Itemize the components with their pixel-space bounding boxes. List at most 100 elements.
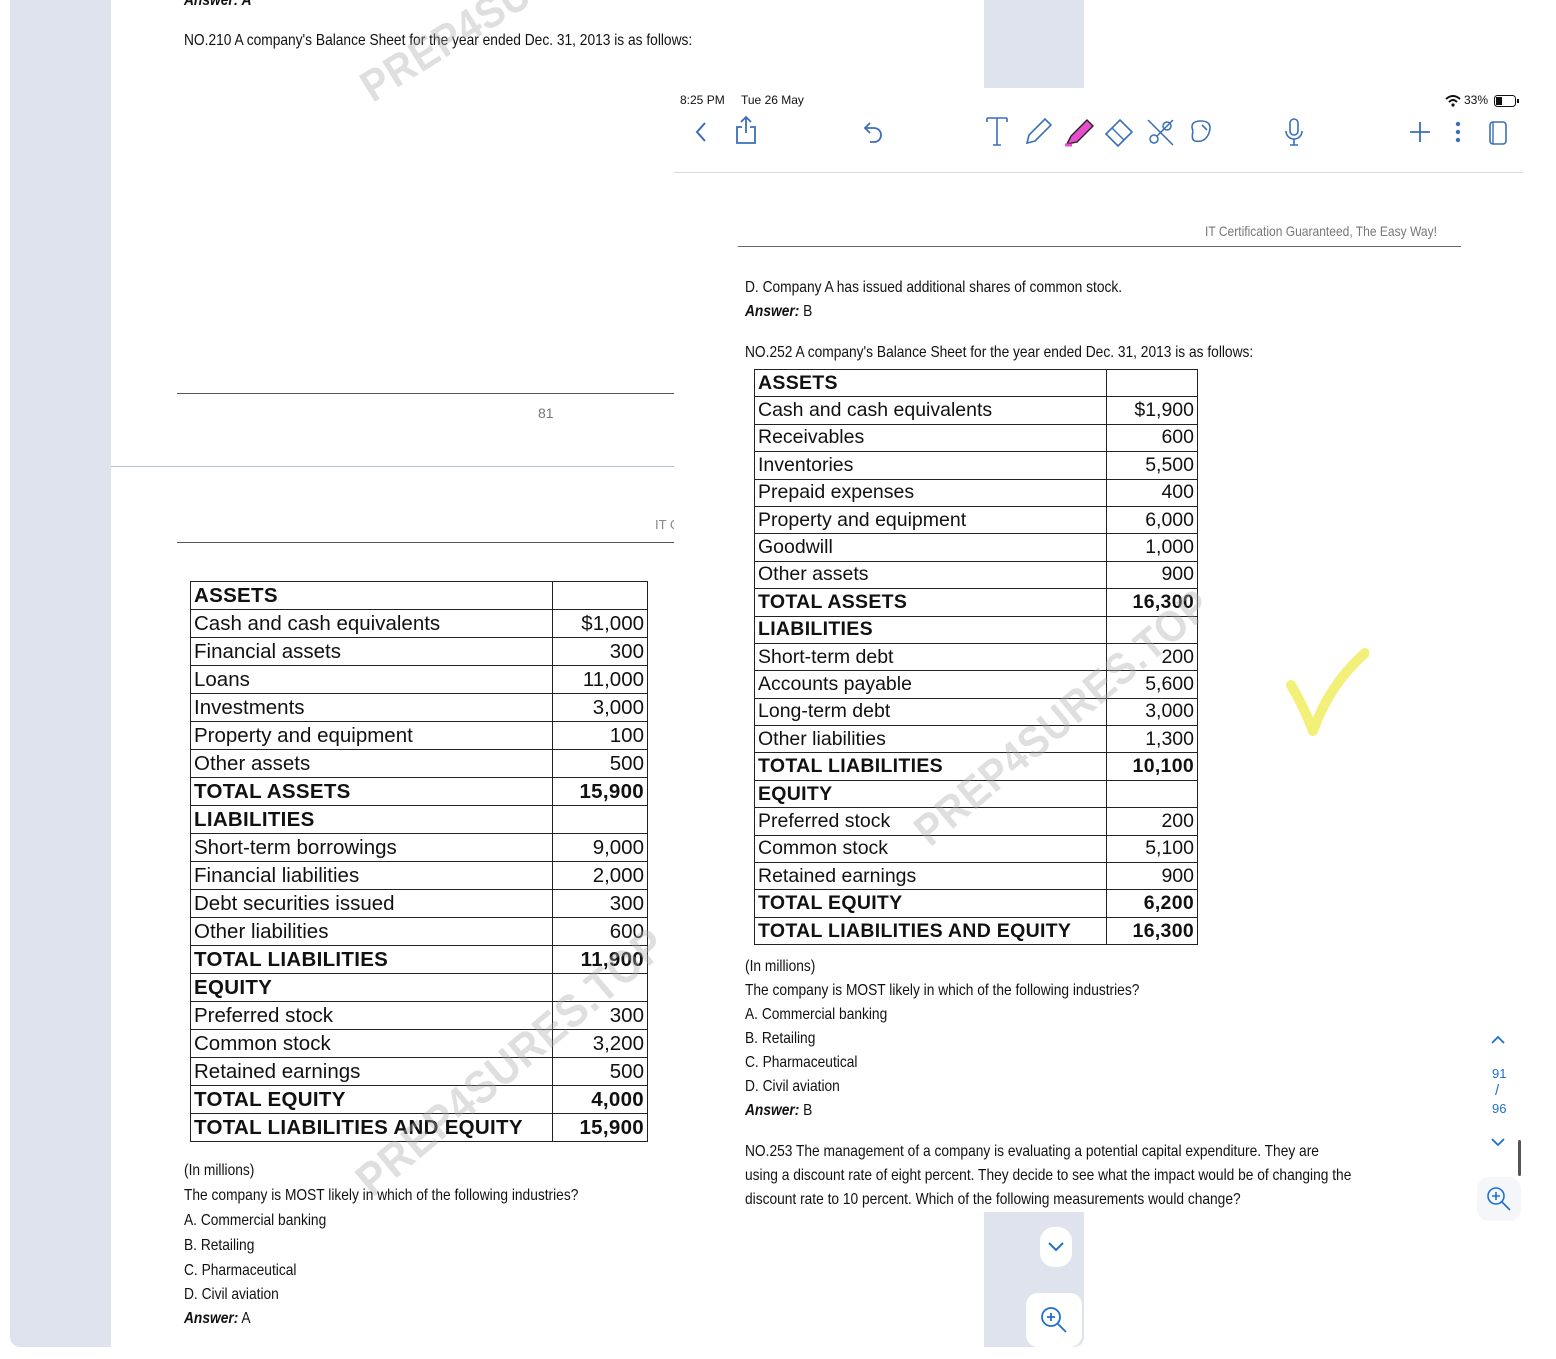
doc-balance-sheet-row-label: Retained earnings <box>753 862 1108 891</box>
outer-balance-sheet-row-value <box>552 581 648 610</box>
doc-answer: Answer: B <box>745 1102 812 1120</box>
doc-balance-sheet-row-value: 1,300 <box>1106 725 1198 754</box>
outer-balance-sheet-row-label: Short-term borrowings <box>189 833 554 862</box>
share-icon[interactable] <box>733 114 759 146</box>
outer-balance-sheet-row-value: 3,000 <box>552 693 648 722</box>
doc-balance-sheet-row-label: Short-term debt <box>753 642 1108 672</box>
doc-balance-sheet-row: Goodwill 1,000 <box>753 533 1198 562</box>
doc-next-question-line-1: NO.253 The management of a company is ev… <box>745 1143 1319 1160</box>
doc-balance-sheet-row: Retained earnings 900 <box>753 862 1198 891</box>
eraser-icon[interactable] <box>1102 116 1136 148</box>
doc-balance-sheet-row: Long-term debt 3,000 <box>753 697 1198 727</box>
doc-balance-sheet-row: TOTAL LIABILITIES AND EQUITY 16,300 <box>753 916 1198 946</box>
doc-balance-sheet-row: Other assets 900 <box>753 560 1198 590</box>
doc-option-c: C. Pharmaceutical <box>745 1054 858 1071</box>
outer-balance-sheet-row: Financial liabilities 2,000 <box>189 861 648 890</box>
doc-balance-sheet-row: TOTAL EQUITY 6,200 <box>753 889 1198 918</box>
doc-units-note: (In millions) <box>745 958 816 975</box>
page-up-button[interactable] <box>1490 1032 1510 1048</box>
status-date: Tue 26 May <box>741 93 804 107</box>
pen-icon[interactable] <box>1022 116 1054 148</box>
doc-balance-sheet-row-value: 400 <box>1106 478 1198 507</box>
outer-balance-sheet-row-label: Loans <box>189 665 554 694</box>
outer-scroll-down-button[interactable] <box>1040 1227 1072 1267</box>
checkmark-annotation <box>1285 645 1370 739</box>
outer-balance-sheet-row-label: TOTAL ASSETS <box>189 777 554 806</box>
doc-balance-sheet-row-value: 5,500 <box>1106 451 1198 480</box>
outer-zoom-button[interactable] <box>1026 1293 1082 1347</box>
highlighter-icon[interactable] <box>1062 116 1096 148</box>
outer-units-note: (In millions) <box>184 1162 255 1179</box>
outer-balance-sheet-row-value: $1,000 <box>552 609 648 638</box>
doc-balance-sheet-row-label: TOTAL ASSETS <box>753 588 1108 617</box>
page-indicator-current: 91 <box>1492 1066 1507 1081</box>
doc-previous-answer-value: B <box>803 303 813 320</box>
doc-balance-sheet-row-value: 6,000 <box>1106 505 1198 535</box>
outer-balance-sheet-row-label: TOTAL LIABILITIES AND EQUITY <box>189 1113 554 1142</box>
doc-balance-sheet-row-value <box>1106 779 1198 809</box>
doc-answer-value: B <box>803 1102 813 1119</box>
outer-balance-sheet-row-value: 500 <box>552 749 648 778</box>
doc-header-divider <box>738 246 1461 247</box>
outer-balance-sheet-row: Cash and cash equivalents $1,000 <box>189 609 648 638</box>
status-time: 8:25 PM <box>680 93 725 107</box>
add-icon[interactable] <box>1406 118 1434 146</box>
doc-next-question-line-3: discount rate to 10 percent. Which of th… <box>745 1191 1241 1208</box>
outer-balance-sheet-row-value: 9,000 <box>552 833 648 862</box>
outer-balance-sheet-row-label: EQUITY <box>189 973 554 1002</box>
zoom-in-icon <box>1487 1187 1511 1211</box>
outer-previous-answer: Answer: A <box>184 0 252 9</box>
outer-balance-sheet-row-value: 4,000 <box>552 1085 648 1114</box>
doc-balance-sheet-row: Other liabilities 1,300 <box>753 725 1198 754</box>
doc-balance-sheet-row-value: 900 <box>1106 862 1198 891</box>
outer-balance-sheet-row-label: Property and equipment <box>189 721 554 750</box>
outer-balance-sheet-row: Loans 11,000 <box>189 665 648 694</box>
doc-zoom-button[interactable] <box>1477 1177 1521 1221</box>
toolbar-divider <box>674 172 1523 173</box>
doc-balance-sheet-row-label: TOTAL LIABILITIES AND EQUITY <box>753 916 1108 946</box>
pages-icon[interactable] <box>1485 118 1511 148</box>
doc-balance-sheet-row-label: LIABILITIES <box>753 615 1108 644</box>
chevron-up-icon <box>1491 1035 1505 1044</box>
text-tool-icon[interactable] <box>984 114 1010 148</box>
outer-balance-sheet-row-label: Debt securities issued <box>189 889 554 918</box>
outer-footer-divider <box>177 393 674 394</box>
outer-balance-sheet-table: ASSETS Cash and cash equivalents $1,000 Fin… <box>189 581 648 1142</box>
back-icon[interactable] <box>690 118 712 146</box>
outer-question: The company is MOST likely in which of t… <box>184 1187 579 1204</box>
doc-balance-sheet-row-label: Inventories <box>753 451 1108 480</box>
doc-balance-sheet-row-value: 200 <box>1106 807 1198 836</box>
outer-balance-sheet-row-label: Other assets <box>189 749 554 778</box>
wifi-icon <box>1445 94 1461 107</box>
doc-question-title: NO.252 A company's Balance Sheet for the… <box>745 344 1254 361</box>
outer-balance-sheet-row-value: 11,000 <box>552 665 648 694</box>
more-icon[interactable] <box>1448 118 1468 146</box>
doc-balance-sheet-row-label: Cash and cash equivalents <box>753 396 1108 425</box>
outer-balance-sheet-row-value: 500 <box>552 1057 648 1086</box>
outer-option-a: A. Commercial banking <box>184 1212 327 1229</box>
outer-balance-sheet-row-label: TOTAL LIABILITIES <box>189 945 554 974</box>
doc-header: IT Certification Guaranteed, The Easy Wa… <box>1205 223 1437 239</box>
chevron-down-icon <box>1048 1242 1064 1252</box>
doc-previous-answer: Answer: B <box>745 303 812 321</box>
undo-icon[interactable] <box>860 118 886 146</box>
outer-balance-sheet-row-label: Other liabilities <box>189 917 554 946</box>
outer-balance-sheet-row: LIABILITIES <box>189 805 648 834</box>
doc-option-a: A. Commercial banking <box>745 1006 888 1023</box>
microphone-icon[interactable] <box>1282 116 1306 148</box>
outer-answer-value: A <box>241 1310 251 1327</box>
lasso-icon[interactable] <box>1184 116 1216 148</box>
doc-balance-sheet-row-value: 5,100 <box>1106 834 1198 864</box>
outer-balance-sheet-row: Other assets 500 <box>189 749 648 778</box>
doc-balance-sheet-row: Inventories 5,500 <box>753 451 1198 480</box>
doc-balance-sheet-row: Property and equipment 6,000 <box>753 505 1198 535</box>
scrollbar-thumb[interactable] <box>1518 1140 1521 1176</box>
doc-balance-sheet-row-label: Property and equipment <box>753 505 1108 535</box>
page-down-button[interactable] <box>1490 1134 1510 1150</box>
scissors-icon[interactable] <box>1144 116 1178 148</box>
doc-balance-sheet-row-value: 6,200 <box>1106 889 1198 918</box>
outer-balance-sheet-row-value <box>552 805 648 834</box>
outer-balance-sheet-row: Short-term borrowings 9,000 <box>189 833 648 862</box>
outer-balance-sheet-row-label: Preferred stock <box>189 1001 554 1030</box>
outer-balance-sheet-row-value: 2,000 <box>552 861 648 890</box>
